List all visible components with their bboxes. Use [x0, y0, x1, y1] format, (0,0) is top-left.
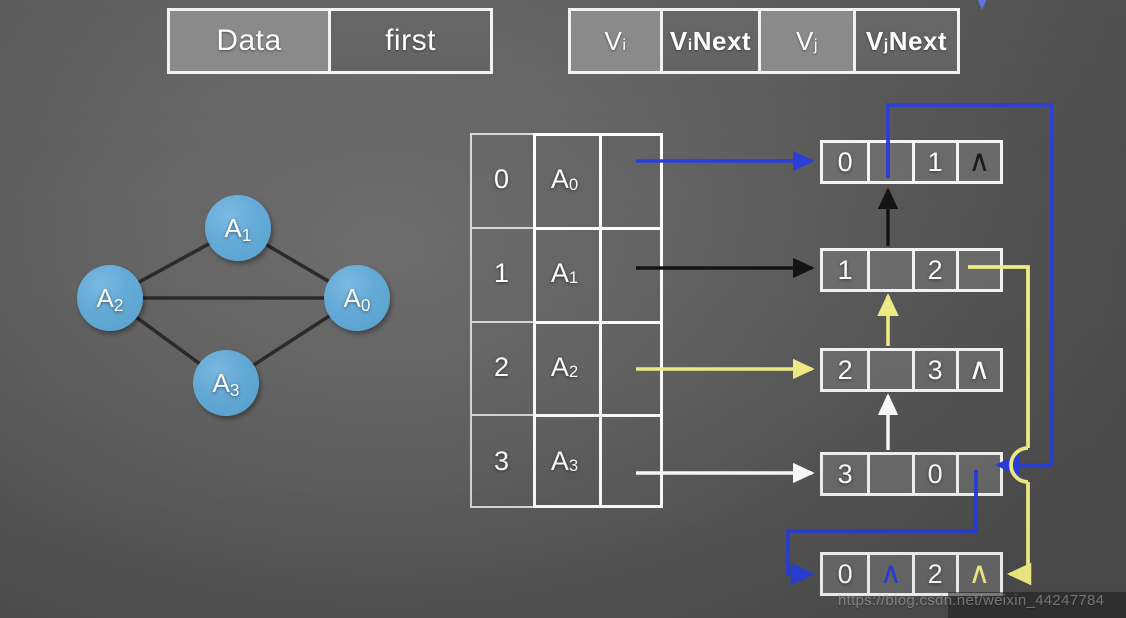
graph-node-a1: A1 [205, 195, 271, 261]
edge-node-cell-3: ∧ [955, 555, 1000, 593]
edge-node-node-0-2: 0 ∧ 2 ∧ [820, 552, 1003, 596]
edge-node-node-1-2: 12 [820, 248, 1003, 292]
vertex-array-table: 0A01A12A23A3 [470, 133, 663, 508]
legend-cell-first: first [328, 11, 490, 71]
graph-node-sub: 2 [113, 295, 124, 316]
clipped-blue-arrowhead [978, 0, 987, 10]
graph-node-text: A0 [343, 282, 371, 316]
graph-node-label: A [212, 367, 230, 398]
edge-node-cell-2: 2 [911, 555, 956, 593]
graph-node-label: A [343, 282, 361, 313]
graph-edge-a2-a3 [133, 314, 203, 367]
graph-edge-a1-a0 [262, 241, 333, 285]
edge-node-cell-1 [867, 251, 911, 289]
table-vertex-sub: 1 [568, 268, 579, 288]
legend-cell-data: Data [170, 11, 328, 71]
graph-node-a0: A0 [324, 265, 390, 331]
edge-node-cell-3: ∧ [955, 143, 1000, 181]
graph-node-a3: A3 [193, 350, 259, 416]
graph-edge-a2-a1 [135, 241, 213, 285]
table-index-cell-1: 1 [493, 258, 510, 289]
graph-node-text: A3 [212, 367, 240, 401]
edge-node-cell-2: 2 [911, 251, 956, 289]
edge-node-cell-3 [955, 251, 1000, 289]
table-pointer-cell-1 [596, 227, 663, 321]
edge-node-cell-2: 3 [911, 351, 956, 389]
table-pointer-cell-2 [596, 321, 663, 415]
edge-node-cell-0: 2 [837, 354, 853, 385]
edge-node-cell-1 [867, 351, 911, 389]
graph-node-a2: A2 [77, 265, 143, 331]
table-pointer-cell-3 [596, 414, 663, 508]
edge-node-cell-0: 0 [837, 558, 853, 589]
table-index-cell-3: 3 [493, 445, 510, 476]
table-vertex-base: A [550, 445, 569, 476]
table-vertex-sub: 0 [568, 174, 579, 194]
table-vertex-cell-a1: A1 [533, 227, 596, 321]
edge-node-node-0-1: 0 1 ∧ [820, 140, 1003, 184]
edge-node-cell-1 [867, 455, 911, 493]
graph-node-text: A2 [96, 282, 124, 316]
legend-vjnext-base: V [865, 25, 884, 56]
undirected-graph: A1 A2 A0 A3 [60, 175, 420, 425]
legend-vinext-base: V [669, 25, 688, 56]
table-vertex-cell-a0: A0 [533, 133, 596, 227]
graph-node-label: A [224, 212, 242, 243]
table-index-cell-0: 0 [493, 164, 510, 195]
edge-node-legend: Vi Vi Next Vj Vj Next [568, 8, 960, 74]
legend-cell-vj: Vj [758, 11, 853, 71]
null-pointer-mark: ∧ [968, 353, 991, 386]
table-vertex-base: A [550, 351, 569, 382]
graph-edge-a3-a0 [250, 313, 333, 368]
legend-cell-vjnext: Vj Next [853, 11, 957, 71]
graph-node-text: A1 [224, 212, 252, 246]
data-node-legend: Data first [167, 8, 493, 74]
table-vertex-cell-a3: A3 [533, 414, 596, 508]
legend-cell-vi: Vi [571, 11, 660, 71]
edge-node-cell-0: 0 [837, 146, 853, 177]
graph-node-sub: 3 [229, 380, 240, 401]
table-vertex-sub: 3 [568, 455, 579, 475]
edge-node-cell-3: ∧ [955, 351, 1000, 389]
edge-node-cell-3 [955, 455, 1000, 493]
legend-vi-base: V [604, 25, 623, 56]
null-pointer-mark: ∧ [879, 557, 902, 590]
graph-node-label: A [96, 282, 114, 313]
edge-node-cell-2: 1 [911, 143, 956, 181]
legend-vjnext-sub: j [883, 36, 889, 54]
edge-node-cell-0: 3 [837, 458, 853, 489]
table-vertex-sub: 2 [568, 362, 579, 382]
legend-vjnext-tail: Next [888, 25, 948, 56]
table-vertex-base: A [550, 164, 569, 195]
table-vertex-cell-a2: A2 [533, 321, 596, 415]
edge-node-node-2-3: 2 3 ∧ [820, 348, 1003, 392]
graph-node-sub: 1 [241, 225, 252, 246]
table-vertex-base: A [550, 258, 569, 289]
edge-node-cell-1: ∧ [867, 555, 911, 593]
edge-node-cell-0: 1 [837, 254, 853, 285]
edge-node-cell-1 [867, 143, 911, 181]
wire-yellow-into-node02 [1006, 482, 1032, 586]
legend-vinext-sub: i [687, 36, 693, 54]
legend-vj-base: V [796, 25, 814, 56]
legend-vi-sub: i [622, 36, 627, 54]
null-pointer-mark: ∧ [968, 145, 991, 178]
legend-vj-sub: j [813, 36, 818, 54]
wire-yellow-hop-over-blue [1009, 446, 1029, 484]
legend-vinext-tail: Next [692, 25, 752, 56]
slide-canvas: Data first Vi Vi Next Vj Vj Next A1 A2 A0 A3 … [0, 0, 1126, 618]
watermark: https://blog.csdn.net/weixin_44247784 [838, 592, 1105, 609]
graph-node-sub: 0 [360, 295, 371, 316]
edge-node-node-3-0: 30 [820, 452, 1003, 496]
table-index-cell-2: 2 [493, 351, 510, 382]
table-pointer-cell-0 [596, 133, 663, 227]
null-pointer-mark: ∧ [968, 557, 991, 590]
legend-cell-vinext: Vi Next [660, 11, 758, 71]
edge-node-cell-2: 0 [911, 455, 956, 493]
